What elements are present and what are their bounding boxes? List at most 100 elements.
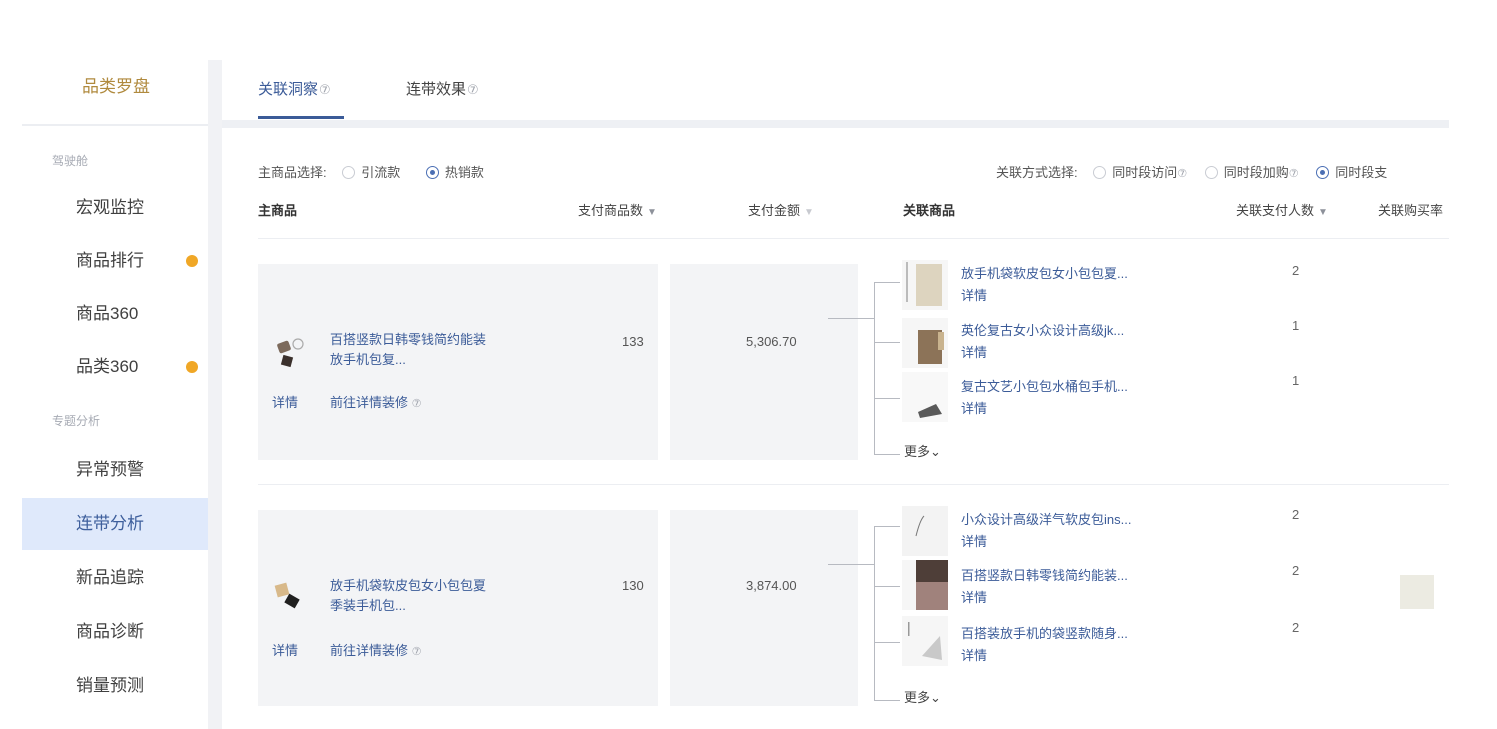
sidebar-item-bundle-analysis[interactable]: 连带分析 <box>22 498 210 550</box>
group-label-topic-analysis: 专题分析 <box>52 414 101 428</box>
related-product-thumbnail[interactable] <box>902 260 948 310</box>
tree-connector <box>874 700 900 701</box>
sidebar-item-sales-forecast[interactable]: 销量预测 <box>22 660 210 712</box>
question-circle-icon[interactable]: ⑦ <box>412 646 422 658</box>
tab-bar-divider <box>222 120 1449 128</box>
header-divider <box>258 238 1449 239</box>
tab-bundle-effect[interactable]: 连带效果⑦ <box>406 78 479 99</box>
question-circle-icon[interactable]: ⑦ <box>1177 168 1187 180</box>
tree-connector <box>874 282 875 454</box>
related-buyers-value: 2 <box>1292 563 1300 578</box>
related-product-name[interactable]: 百搭竖款日韩零钱简约能装... <box>961 565 1128 584</box>
tree-connector <box>874 586 900 587</box>
tab-label: 连带效果 <box>406 81 467 98</box>
radio-label: 同时段加购 <box>1223 165 1289 180</box>
tab-label: 关联洞察 <box>258 81 319 98</box>
main-product-detail-link[interactable]: 详情 <box>272 392 298 411</box>
sidebar-divider <box>22 124 210 126</box>
tree-connector <box>874 454 900 455</box>
sidebar-item-category-360[interactable]: 品类360 <box>22 341 210 393</box>
more-button[interactable]: 更多⌄ <box>904 687 941 706</box>
tree-connector <box>874 342 900 343</box>
related-product-thumbnail[interactable] <box>902 318 948 368</box>
sidebar-item-product-360[interactable]: 商品360 <box>22 288 210 340</box>
sidebar: 品类罗盘 驾驶舱 宏观监控 商品排行 商品360 品类360 专题分析 异常预警… <box>22 60 210 729</box>
column-header-related-buyers[interactable]: 关联支付人数 ▼ <box>1236 200 1328 219</box>
related-buyers-value: 2 <box>1292 620 1300 635</box>
related-product-detail-link[interactable]: 详情 <box>961 645 987 664</box>
link-label: 前往详情装修 <box>330 395 409 410</box>
column-header-related-rate[interactable]: 关联购买率 <box>1378 200 1449 219</box>
related-product-detail-link[interactable]: 详情 <box>961 587 987 606</box>
pay-count-value: 133 <box>622 334 644 349</box>
related-product-thumbnail[interactable] <box>902 616 948 666</box>
main-product-name[interactable]: 百搭竖款日韩零钱简约能装放手机包复... <box>330 330 490 370</box>
sidebar-separator <box>208 60 222 729</box>
sort-down-icon[interactable]: ▼ <box>647 207 657 218</box>
tree-connector <box>828 318 874 319</box>
related-product-name[interactable]: 英伦复古女小众设计高级jk... <box>961 320 1124 339</box>
related-product-detail-link[interactable]: 详情 <box>961 285 987 304</box>
pay-count-value: 130 <box>622 578 644 593</box>
radio-hot-product[interactable] <box>425 166 439 179</box>
tab-association-insight[interactable]: 关联洞察⑦ <box>258 78 331 99</box>
column-header-pay-amount[interactable]: 支付金额 ▼ <box>748 200 814 219</box>
go-decorate-link[interactable]: 前往详情装修 ⑦ <box>330 640 422 659</box>
question-circle-icon[interactable]: ⑦ <box>1289 168 1299 180</box>
radio-same-pay[interactable] <box>1316 166 1330 179</box>
main-product-detail-link[interactable]: 详情 <box>272 640 298 659</box>
question-circle-icon[interactable]: ⑦ <box>467 82 479 97</box>
sort-icon[interactable]: ▼ <box>804 207 814 218</box>
main-product-filter: 主商品选择: 引流款 热销款 <box>258 162 484 181</box>
related-product-name[interactable]: 复古文艺小包包水桶包手机... <box>961 376 1128 395</box>
tree-connector <box>828 564 874 565</box>
sidebar-item-product-diagnosis[interactable]: 商品诊断 <box>22 606 210 658</box>
sidebar-item-label: 商品360 <box>76 304 139 323</box>
sidebar-item-label: 品类360 <box>76 357 139 376</box>
relation-filter: 关联方式选择: 同时段访问⑦ 同时段加购⑦ 同时段支 <box>996 162 1387 181</box>
related-product-thumbnail[interactable] <box>902 372 948 422</box>
sidebar-item-label: 商品诊断 <box>76 622 144 641</box>
question-circle-icon[interactable]: ⑦ <box>319 82 331 97</box>
sidebar-item-new-product-tracking[interactable]: 新品追踪 <box>22 552 210 604</box>
sort-down-icon[interactable]: ▼ <box>1318 207 1328 218</box>
go-decorate-link[interactable]: 前往详情装修 ⑦ <box>330 392 422 411</box>
radio-label: 引流款 <box>361 165 401 180</box>
related-product-detail-link[interactable]: 详情 <box>961 531 987 550</box>
column-header-main-product: 主商品 <box>258 203 298 218</box>
related-product-name[interactable]: 小众设计高级洋气软皮包ins... <box>961 509 1131 528</box>
related-product-name[interactable]: 放手机袋软皮包女小包包夏... <box>961 263 1128 282</box>
sidebar-item-product-ranking[interactable]: 商品排行 <box>22 235 210 287</box>
pay-amount-value: 5,306.70 <box>746 334 797 349</box>
more-label: 更多 <box>904 444 931 459</box>
radio-label: 热销款 <box>444 165 484 180</box>
related-product-detail-link[interactable]: 详情 <box>961 398 987 417</box>
more-button[interactable]: 更多⌄ <box>904 441 941 460</box>
related-buyers-value: 1 <box>1292 318 1300 333</box>
product-thumbnail[interactable] <box>272 578 308 614</box>
main-product-name[interactable]: 放手机袋软皮包女小包包夏季装手机包... <box>330 576 490 616</box>
header-label: 支付金额 <box>748 203 801 218</box>
sidebar-item-anomaly-alert[interactable]: 异常预警 <box>22 444 210 496</box>
radio-label: 同时段访问 <box>1112 165 1178 180</box>
pay-amount-cell: 5,306.70 <box>670 264 858 460</box>
radio-same-cart[interactable] <box>1204 166 1218 179</box>
radio-label: 同时段支 <box>1335 165 1388 180</box>
related-product-thumbnail[interactable] <box>902 560 948 610</box>
related-product-name[interactable]: 百搭装放手机的袋竖款随身... <box>961 623 1128 642</box>
related-buyers-value: 2 <box>1292 507 1300 522</box>
tree-connector <box>874 282 900 283</box>
radio-same-visit[interactable] <box>1093 166 1107 179</box>
notification-dot <box>186 361 198 373</box>
column-header-pay-count[interactable]: 支付商品数 ▼ <box>578 200 657 219</box>
question-circle-icon[interactable]: ⑦ <box>412 398 422 410</box>
related-product-detail-link[interactable]: 详情 <box>961 342 987 361</box>
radio-traffic-product[interactable] <box>342 166 356 179</box>
sidebar-item-label: 新品追踪 <box>76 568 144 587</box>
tree-connector <box>874 526 900 527</box>
sidebar-item-macro-monitor[interactable]: 宏观监控 <box>22 182 210 234</box>
product-thumbnail[interactable] <box>272 334 308 370</box>
main-product-cell: 放手机袋软皮包女小包包夏季装手机包... 详情 前往详情装修 ⑦ 130 <box>258 510 658 706</box>
related-product-thumbnail[interactable] <box>902 506 948 556</box>
chevron-down-icon: ⌄ <box>930 690 941 705</box>
